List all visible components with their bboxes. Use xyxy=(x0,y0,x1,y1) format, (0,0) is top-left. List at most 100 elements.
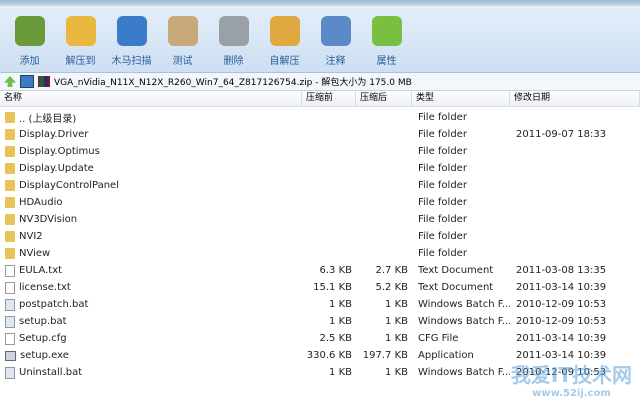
file-type: File folder xyxy=(418,146,467,157)
toolbar-label: 自解压 xyxy=(269,56,300,67)
file-type: Application xyxy=(418,350,474,361)
toolbar-button-6[interactable]: 注释 xyxy=(310,6,361,72)
file-type: File folder xyxy=(418,197,467,208)
size-before: 1 KB xyxy=(329,299,352,310)
folder-icon xyxy=(5,129,15,140)
size-after: 1 KB xyxy=(385,316,408,327)
toolbar: 添加 解压到 木马扫描 测试 删除 自解压 注释 属性 xyxy=(0,6,640,73)
size-before: 6.3 KB xyxy=(319,265,353,276)
modified-date: 2011-03-08 13:35 xyxy=(516,265,607,276)
toolbar-label: 测试 xyxy=(172,56,193,67)
column-name[interactable]: 名称 xyxy=(0,91,302,106)
bat-icon xyxy=(5,298,15,311)
toolbar-button-7[interactable]: 属性 xyxy=(361,6,412,72)
file-row[interactable]: HDAudio File folder xyxy=(0,194,640,211)
folder-icon xyxy=(5,248,15,259)
modified-date: 2011-09-07 18:33 xyxy=(516,129,607,140)
doc-icon xyxy=(5,264,15,277)
exe-icon xyxy=(5,350,16,361)
file-row[interactable]: license.txt 15.1 KB 5.2 KB Text Document… xyxy=(0,279,640,296)
toolbar-button-2[interactable]: 木马扫描 xyxy=(106,6,157,72)
file-name: Uninstall.bat xyxy=(19,367,83,378)
archive-icon xyxy=(38,76,50,87)
file-type: File folder xyxy=(418,129,467,140)
watermark: 我爱IT技术网 www.52ij.com xyxy=(511,359,632,399)
file-name: HDAudio xyxy=(19,197,63,208)
file-type: Text Document xyxy=(418,265,494,276)
file-type: CFG File xyxy=(418,333,459,344)
file-name: setup.bat xyxy=(19,316,67,327)
test-checklist-icon xyxy=(167,16,198,46)
toolbar-label: 木马扫描 xyxy=(111,56,152,67)
file-row[interactable]: Display.Driver File folder 2011-09-07 18… xyxy=(0,126,640,143)
column-date[interactable]: 修改日期 xyxy=(510,91,640,106)
toolbar-label: 属性 xyxy=(376,56,397,67)
watermark-text: 我爱IT技术网 xyxy=(510,363,632,387)
file-type: File folder xyxy=(418,248,467,259)
size-after: 1 KB xyxy=(385,333,408,344)
toolbar-button-5[interactable]: 自解压 xyxy=(259,6,310,72)
column-header: 名称 压缩前 压缩后 类型 修改日期 xyxy=(0,91,640,107)
folder-icon xyxy=(5,231,15,242)
toolbar-button-3[interactable]: 测试 xyxy=(157,6,208,72)
file-row[interactable]: NVI2 File folder xyxy=(0,228,640,245)
file-row[interactable]: postpatch.bat 1 KB 1 KB Windows Batch F.… xyxy=(0,296,640,313)
folder-icon xyxy=(5,180,15,191)
file-name: DisplayControlPanel xyxy=(19,180,119,191)
doc-icon xyxy=(5,332,15,345)
file-name: license.txt xyxy=(19,282,71,293)
add-archive-icon xyxy=(14,16,45,46)
size-before: 330.6 KB xyxy=(306,350,352,361)
watermark-url: www.52ij.com xyxy=(532,388,611,399)
size-before: 15.1 KB xyxy=(313,282,352,293)
size-after: 197.7 KB xyxy=(362,350,408,361)
folder-icon xyxy=(5,197,15,208)
toolbar-label: 解压到 xyxy=(65,56,96,67)
modified-date: 2010-12-09 10:53 xyxy=(516,299,607,310)
up-arrow-icon[interactable] xyxy=(4,76,16,87)
toolbar-button-0[interactable]: 添加 xyxy=(4,6,55,72)
toolbar-label: 添加 xyxy=(19,56,40,67)
bat-icon xyxy=(5,366,15,379)
file-type: File folder xyxy=(418,231,467,242)
size-after: 1 KB xyxy=(385,299,408,310)
toolbar-button-4[interactable]: 删除 xyxy=(208,6,259,72)
file-name: NView xyxy=(19,248,51,259)
doc-icon xyxy=(5,281,15,294)
file-name: NVI2 xyxy=(19,231,43,242)
file-row[interactable]: Display.Update File folder xyxy=(0,160,640,177)
trash-icon xyxy=(218,16,249,46)
file-type: Windows Batch F... xyxy=(418,299,510,310)
file-row[interactable]: NV3DVision File folder xyxy=(0,211,640,228)
file-type: Text Document xyxy=(418,282,494,293)
folder-icon xyxy=(5,214,15,225)
file-row[interactable]: Setup.cfg 2.5 KB 1 KB CFG File 2011-03-1… xyxy=(0,330,640,347)
shield-icon xyxy=(116,16,147,46)
file-row[interactable]: .. (上级目录) File folder xyxy=(0,109,640,126)
file-name: Setup.cfg xyxy=(19,333,67,344)
modified-date: 2010-12-09 10:53 xyxy=(516,316,607,327)
size-after: 2.7 KB xyxy=(375,265,409,276)
file-row[interactable]: EULA.txt 6.3 KB 2.7 KB Text Document 201… xyxy=(0,262,640,279)
file-name: setup.exe xyxy=(20,350,69,361)
size-after: 1 KB xyxy=(385,367,408,378)
file-row[interactable]: NView File folder xyxy=(0,245,640,262)
file-type: File folder xyxy=(418,180,467,191)
column-type[interactable]: 类型 xyxy=(412,91,510,106)
folder-icon xyxy=(5,112,15,123)
file-type: File folder xyxy=(418,112,467,123)
file-name: Display.Optimus xyxy=(19,146,100,157)
file-name: postpatch.bat xyxy=(19,299,89,310)
folder-icon xyxy=(5,146,15,157)
file-row[interactable]: DisplayControlPanel File folder xyxy=(0,177,640,194)
file-type: File folder xyxy=(418,214,467,225)
file-row[interactable]: Display.Optimus File folder xyxy=(0,143,640,160)
toolbar-button-1[interactable]: 解压到 xyxy=(55,6,106,72)
column-size-after[interactable]: 压缩后 xyxy=(356,91,412,106)
path-bar: VGA_nVidia_N11X_N12X_R260_Win7_64_Z81712… xyxy=(0,73,640,91)
view-icon[interactable] xyxy=(20,75,34,88)
sfx-icon xyxy=(269,16,300,46)
column-size-before[interactable]: 压缩前 xyxy=(302,91,356,106)
size-before: 2.5 KB xyxy=(319,333,353,344)
file-row[interactable]: setup.bat 1 KB 1 KB Windows Batch F... 2… xyxy=(0,313,640,330)
